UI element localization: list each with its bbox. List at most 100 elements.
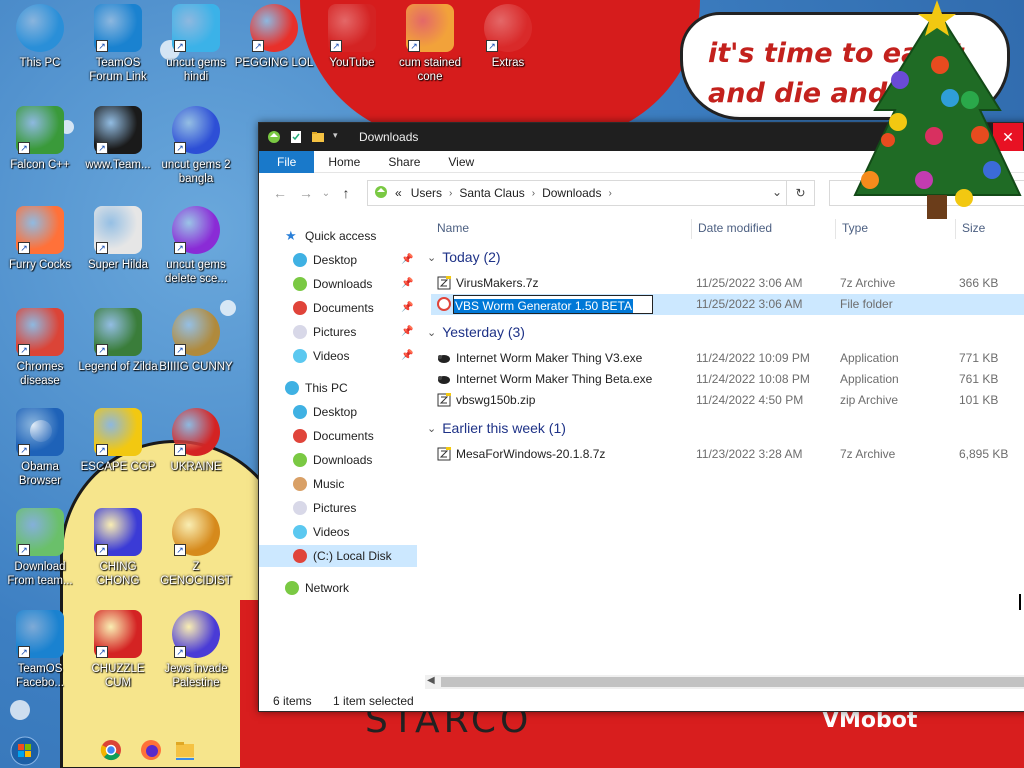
book-icon: ↗: [94, 106, 142, 154]
desktop-icon[interactable]: ↗ Furry Cocks: [0, 206, 80, 272]
desktop-icon[interactable]: ↗ Chromes disease: [0, 308, 80, 388]
desktop-icon[interactable]: This PC: [0, 4, 80, 70]
file-row[interactable]: Internet Worm Maker Thing V3.exe 11/24/20…: [431, 348, 1024, 369]
forward-button[interactable]: →: [293, 185, 319, 201]
nav-quick-videos[interactable]: Videos: [293, 345, 349, 367]
nav-pc-downloads[interactable]: Downloads: [293, 449, 372, 471]
file-row[interactable]: vbswg150b.zip 11/24/2022 4:50 PM zip Archi…: [431, 390, 1024, 411]
cone-icon: ↗: [406, 4, 454, 52]
desktop-icon[interactable]: ↗ uncut gems 2 bangla: [156, 106, 236, 186]
refresh-button[interactable]: ↻: [786, 181, 814, 205]
nav-item-label: Videos: [313, 349, 350, 363]
collapse-chevron-icon[interactable]: ⌄: [427, 422, 436, 435]
money-bag-icon: ↗: [172, 308, 220, 356]
nav-pc-desktop[interactable]: Desktop: [293, 401, 357, 423]
scroll-left-icon[interactable]: ◀: [427, 675, 435, 686]
desktop-icon[interactable]: ↗ ESCAPE CGP: [78, 408, 158, 474]
desktop-icon-label: Chromes disease: [16, 361, 64, 387]
desktop-icon-label: Super Hilda: [87, 259, 149, 271]
recent-locations-button[interactable]: ⌄: [319, 188, 333, 199]
file-row[interactable]: VirusMakers.7z 11/25/2022 3:06 AM 7z Archi…: [431, 273, 1024, 294]
nav-item-label: Quick access: [305, 229, 377, 243]
desktop-icon[interactable]: ↗ TeamOS Forum Link: [78, 4, 158, 84]
breadcrumb-separator[interactable]: ›: [608, 188, 611, 199]
shortcut-arrow-icon: ↗: [252, 40, 264, 52]
zip-icon: [437, 393, 451, 407]
breadcrumb-santa-claus[interactable]: Santa Claus: [459, 186, 524, 200]
desktop-icon[interactable]: ↗ Legend of Zilda: [78, 308, 158, 374]
nav-pc-videos[interactable]: Videos: [293, 521, 349, 543]
file-date-modified: 11/24/2022 4:50 PM: [696, 393, 804, 407]
desktop-icon[interactable]: ↗ PEGGING LOL: [234, 4, 314, 70]
rename-input[interactable]: VBS Worm Generator 1.50 BETA: [453, 295, 653, 314]
file-explorer-taskbar-icon[interactable]: [174, 739, 198, 763]
horizontal-scrollbar[interactable]: ◀: [425, 675, 1024, 689]
nav-quick-downloads[interactable]: Downloads: [293, 273, 372, 295]
shortcut-arrow-icon: ↗: [330, 40, 342, 52]
overflow-chevron[interactable]: «: [395, 186, 402, 200]
collapse-chevron-icon[interactable]: ⌄: [427, 326, 436, 339]
desktop-icon[interactable]: ↗ Obama Browser: [0, 408, 80, 488]
collapse-chevron-icon[interactable]: ⌄: [427, 251, 436, 264]
desktop-icon[interactable]: ↗ YouTube: [312, 4, 392, 70]
shortcut-arrow-icon: ↗: [174, 646, 186, 658]
nav-pc--c-local-disk[interactable]: (C:) Local Disk: [259, 545, 417, 567]
desktop-icon[interactable]: ↗ Jews invade Palestine: [156, 610, 236, 690]
file-row[interactable]: MesaForWindows-20.1.8.7z 11/23/2022 3:28 …: [431, 444, 1024, 465]
start-button[interactable]: [10, 736, 40, 766]
shortcut-arrow-icon: ↗: [174, 344, 186, 356]
breadcrumb-separator[interactable]: ›: [449, 188, 452, 199]
tab-share[interactable]: Share: [374, 151, 434, 173]
desktop-icon[interactable]: ↗ Falcon C++: [0, 106, 80, 172]
desktop-icon-label: CHUZZLE CUM: [91, 663, 145, 689]
desktop-icon[interactable]: ↗ CHING CHONG: [78, 508, 158, 588]
nav-pc-documents[interactable]: Documents: [293, 425, 374, 447]
nav-pc-music[interactable]: Music: [293, 473, 344, 495]
desktop-icon[interactable]: ↗ TeamOS Facebo...: [0, 610, 80, 690]
customize-quick-access-icon[interactable]: ▾: [333, 130, 347, 144]
nav-quick-access[interactable]: ★ Quick access: [285, 225, 376, 247]
desktop-icon[interactable]: ↗ UKRAINE: [156, 408, 236, 474]
scrollbar-thumb[interactable]: [441, 677, 1024, 687]
new-folder-icon[interactable]: [311, 130, 325, 144]
nav-quick-pictures[interactable]: Pictures: [293, 321, 356, 343]
address-dropdown[interactable]: ⌄: [772, 185, 782, 199]
address-bar[interactable]: « Users › Santa Claus › Downloads › ⌄ ↻: [367, 180, 815, 206]
desktop-icon[interactable]: ↗ uncut gems delete sce...: [156, 206, 236, 286]
group-header[interactable]: ⌄ Yesterday (3): [427, 324, 525, 340]
desktop-icon-label: uncut gems delete sce...: [164, 259, 227, 285]
nav-pc-pictures[interactable]: Pictures: [293, 497, 356, 519]
breadcrumb-separator[interactable]: ›: [532, 188, 535, 199]
desktop-icon[interactable]: ↗ Extras: [468, 4, 548, 70]
app-icon[interactable]: [267, 130, 281, 144]
documents-folder-icon: [293, 429, 307, 443]
file-row[interactable]: VBS Worm Generator 1.50 BETA 11/25/2022 3…: [431, 294, 1024, 315]
group-header[interactable]: ⌄ Today (2): [427, 249, 501, 265]
desktop-icon[interactable]: ↗ BIIIIG CUNNY: [156, 308, 236, 374]
nav-this-pc[interactable]: This PC: [285, 377, 348, 399]
column-date-modified[interactable]: Date modified: [698, 215, 772, 241]
column-name[interactable]: Name: [437, 215, 469, 241]
breadcrumb-users[interactable]: Users: [411, 186, 442, 200]
nav-network[interactable]: Network: [285, 577, 349, 599]
desktop-icon[interactable]: ↗ uncut gems hindi: [156, 4, 236, 84]
tab-file[interactable]: File: [259, 150, 315, 173]
properties-icon[interactable]: [289, 130, 303, 144]
desktop-icon[interactable]: ↗ cum stained cone: [390, 4, 470, 84]
tab-view[interactable]: View: [434, 151, 488, 173]
file-row[interactable]: Internet Worm Maker Thing Beta.exe 11/24/…: [431, 369, 1024, 390]
chrome-taskbar-icon[interactable]: [100, 739, 124, 763]
desktop-icon[interactable]: ↗ www.Team...: [78, 106, 158, 172]
tab-home[interactable]: Home: [314, 151, 374, 173]
breadcrumb-downloads[interactable]: Downloads: [542, 186, 601, 200]
desktop-icon[interactable]: ↗ Download From team...: [0, 508, 80, 588]
group-header[interactable]: ⌄ Earlier this week (1): [427, 420, 566, 436]
nav-quick-documents[interactable]: Documents: [293, 297, 374, 319]
up-button[interactable]: ↑: [333, 185, 359, 201]
back-button[interactable]: ←: [267, 185, 293, 201]
desktop-icon[interactable]: ↗ CHUZZLE CUM: [78, 610, 158, 690]
desktop-icon[interactable]: ↗ Z GENOCIDIST: [156, 508, 236, 588]
desktop-icon[interactable]: ↗ Super Hilda: [78, 206, 158, 272]
firefox-taskbar-icon[interactable]: [140, 739, 164, 763]
nav-quick-desktop[interactable]: Desktop: [293, 249, 357, 271]
